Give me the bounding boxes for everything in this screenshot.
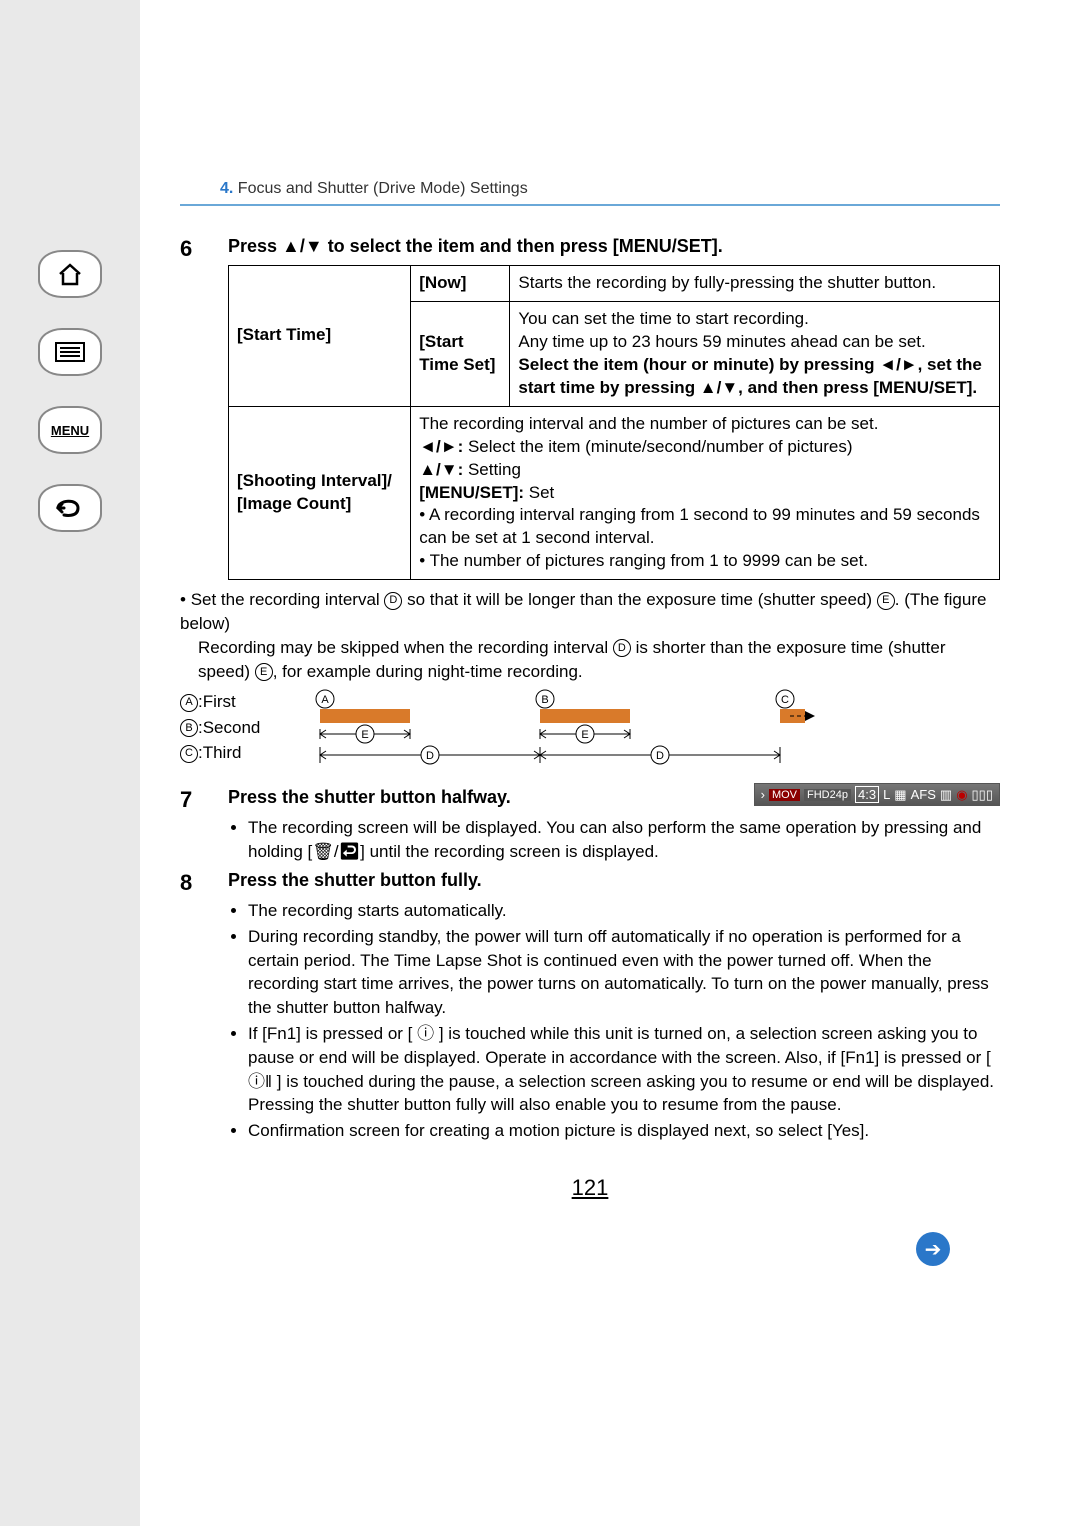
start-time-set-desc: You can set the time to start recording.… xyxy=(510,301,1000,406)
circled-d: D xyxy=(384,592,402,610)
status-afs: AFS xyxy=(911,787,936,802)
menu-button[interactable]: MENU xyxy=(38,406,102,454)
list-item: The recording screen will be displayed. … xyxy=(248,816,1000,864)
back-icon[interactable] xyxy=(38,484,102,532)
status-fhd: FHD24p xyxy=(804,789,851,801)
legend-list: A:First B:Second C:Third xyxy=(180,689,260,766)
breadcrumb-number: 4. xyxy=(220,180,233,197)
step-number: 7 xyxy=(180,787,210,866)
svg-text:C: C xyxy=(781,694,789,706)
settings-table: [Start Time] [Now] Starts the recording … xyxy=(228,265,1000,580)
list-item: The recording starts automatically. xyxy=(248,899,1000,923)
status-size: L xyxy=(883,787,890,802)
sidebar: MENU xyxy=(0,0,140,1526)
svg-text:B: B xyxy=(542,694,549,706)
timelapse-icon: ◉ xyxy=(956,787,967,803)
shooting-interval-desc: The recording interval and the number of… xyxy=(411,406,1000,580)
svg-text:E: E xyxy=(362,729,369,741)
afs-icon: ▦ xyxy=(894,787,906,803)
list-item: Confirmation screen for creating a motio… xyxy=(248,1119,1000,1143)
circled-e: E xyxy=(877,592,895,610)
battery-icon: ▯▯▯ xyxy=(972,787,993,803)
shooting-interval-label: [Shooting Interval]/ [Image Count] xyxy=(229,406,411,580)
svg-text:D: D xyxy=(426,750,434,762)
list-item: If [Fn1] is pressed or [ ⓘ ] is touched … xyxy=(248,1022,1000,1117)
step-8: 8 Press the shutter button fully. The re… xyxy=(180,870,1000,1145)
step-8-bullets: The recording starts automatically. Duri… xyxy=(234,899,1000,1143)
step-6: 6 Press ▲/▼ to select the item and then … xyxy=(180,236,1000,580)
step-number: 6 xyxy=(180,236,210,580)
step-7: 7 Press the shutter button halfway. › MO… xyxy=(180,787,1000,866)
notes: • Set the recording interval D so that i… xyxy=(180,588,1000,683)
breadcrumb-text: Focus and Shutter (Drive Mode) Settings xyxy=(238,180,528,197)
step-number: 8 xyxy=(180,870,210,1145)
step-7-bullets: The recording screen will be displayed. … xyxy=(234,816,1000,864)
timing-diagram: A B C xyxy=(290,689,1000,779)
start-time-label: [Start Time] xyxy=(229,266,411,407)
svg-text:E: E xyxy=(582,729,589,741)
page-number: 121 xyxy=(180,1175,1000,1201)
status-ratio: 4:3 xyxy=(855,786,879,803)
home-icon[interactable] xyxy=(38,250,102,298)
start-time-set-label: [Start Time Set] xyxy=(411,301,510,406)
now-label: [Now] xyxy=(411,266,510,302)
histogram-icon: ▥ xyxy=(940,787,952,803)
status-mov: MOV xyxy=(769,789,800,801)
now-desc: Starts the recording by fully-pressing t… xyxy=(510,266,1000,302)
menu-label: MENU xyxy=(51,423,89,438)
toc-icon[interactable] xyxy=(38,328,102,376)
svg-text:D: D xyxy=(656,750,664,762)
step-8-title: Press the shutter button fully. xyxy=(228,870,1000,891)
table-row: [Shooting Interval]/ [Image Count] The r… xyxy=(229,406,1000,580)
camera-status-bar: › MOV FHD24p 4:3 L ▦ AFS ▥ ◉ ▯▯▯ xyxy=(754,783,1000,806)
step-7-title: Press the shutter button halfway. xyxy=(228,787,754,808)
table-row: [Start Time] [Now] Starts the recording … xyxy=(229,266,1000,302)
step-6-title: Press ▲/▼ to select the item and then pr… xyxy=(228,236,1000,257)
page-content: 4. Focus and Shutter (Drive Mode) Settin… xyxy=(140,0,1020,1526)
timing-legend: A:First B:Second C:Third A B C xyxy=(180,689,1000,779)
next-page-icon[interactable]: ➔ xyxy=(916,1232,950,1266)
breadcrumb: 4. Focus and Shutter (Drive Mode) Settin… xyxy=(180,20,1000,206)
list-item: During recording standby, the power will… xyxy=(248,925,1000,1020)
svg-text:A: A xyxy=(322,694,330,706)
